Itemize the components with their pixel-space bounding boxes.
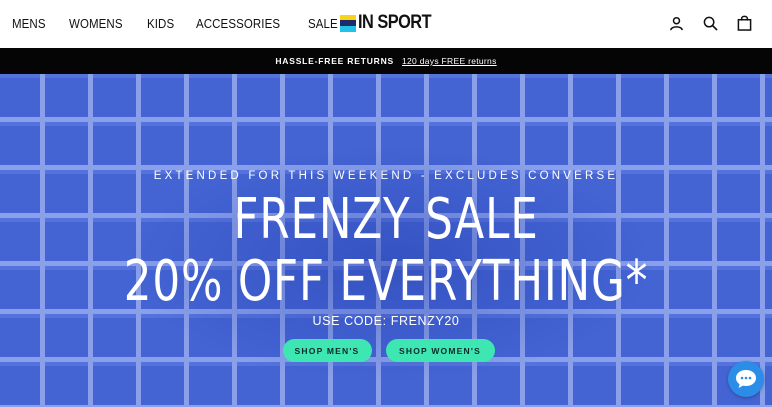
nav-item-mens[interactable]: MENS <box>12 17 46 31</box>
logo-text: IN SPORT <box>358 12 432 33</box>
announcement-bar: HASSLE-FREE RETURNS 120 days FREE return… <box>0 48 772 74</box>
nav-item-kids[interactable]: KIDS <box>147 17 174 31</box>
chat-icon <box>736 370 756 388</box>
hero-title-line-1: FRENZY SALE <box>233 187 539 252</box>
nav-item-womens[interactable]: WOMENS <box>69 17 123 31</box>
nav-item-accessories[interactable]: ACCESSORIES <box>196 17 280 31</box>
cart-icon[interactable] <box>734 13 754 33</box>
announcement-link[interactable]: 120 days FREE returns <box>402 56 497 66</box>
hero-title-line-2: 20% OFF EVERYTHING* <box>123 249 649 314</box>
search-icon[interactable] <box>700 13 720 33</box>
site-header: MENS WOMENS KIDS ACCESSORIES SALE IN SPO… <box>0 0 772 48</box>
header-icons <box>652 13 754 33</box>
site-logo[interactable]: IN SPORT <box>340 12 443 33</box>
nav-item-sale[interactable]: SALE <box>308 17 338 31</box>
chat-button[interactable] <box>728 361 764 397</box>
hero-subtitle: EXTENDED FOR THIS WEEKEND - EXCLUDES CON… <box>153 170 619 182</box>
logo-mark-icon <box>340 14 356 32</box>
account-icon[interactable] <box>666 13 686 33</box>
promo-code: USE CODE: FRENZY20 <box>312 314 460 328</box>
hero-banner: EXTENDED FOR THIS WEEKEND - EXCLUDES CON… <box>0 74 772 407</box>
hero-buttons: SHOP MEN'S SHOP WOMEN'S <box>0 339 772 362</box>
shop-womens-button[interactable]: SHOP WOMEN'S <box>385 339 495 362</box>
shop-mens-button[interactable]: SHOP MEN'S <box>282 339 372 362</box>
announcement-label: HASSLE-FREE RETURNS <box>275 56 394 66</box>
main-nav: MENS WOMENS KIDS ACCESSORIES SALE <box>12 0 360 48</box>
